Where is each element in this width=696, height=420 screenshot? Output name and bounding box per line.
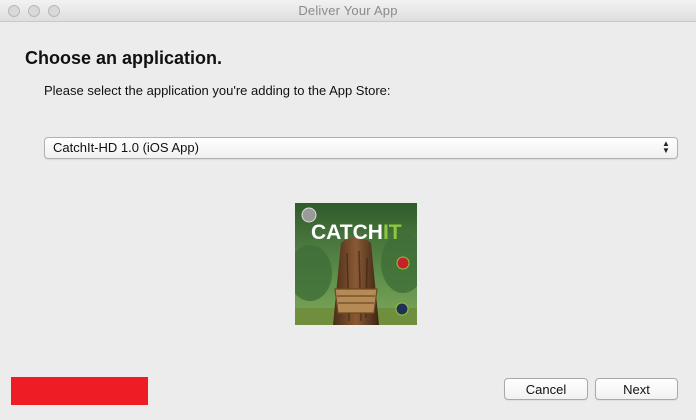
next-button[interactable]: Next bbox=[595, 378, 678, 400]
app-icon-title: CATCHIT bbox=[311, 221, 402, 244]
page-heading: Choose an application. bbox=[25, 48, 223, 68]
redacted-area bbox=[11, 377, 148, 405]
application-select-value: CatchIt-HD 1.0 (iOS App) bbox=[53, 140, 199, 155]
application-select[interactable]: CatchIt-HD 1.0 (iOS App) ▲ ▼ bbox=[44, 137, 678, 159]
cancel-button[interactable]: Cancel bbox=[504, 378, 588, 400]
app-icon-image: CATCHIT bbox=[295, 203, 417, 325]
window-title: Deliver Your App bbox=[298, 3, 398, 18]
select-updown-arrows-icon: ▲ ▼ bbox=[662, 139, 670, 155]
instruction-text: Please select the application you're add… bbox=[44, 83, 391, 98]
title-bar: Deliver Your App bbox=[0, 0, 696, 22]
